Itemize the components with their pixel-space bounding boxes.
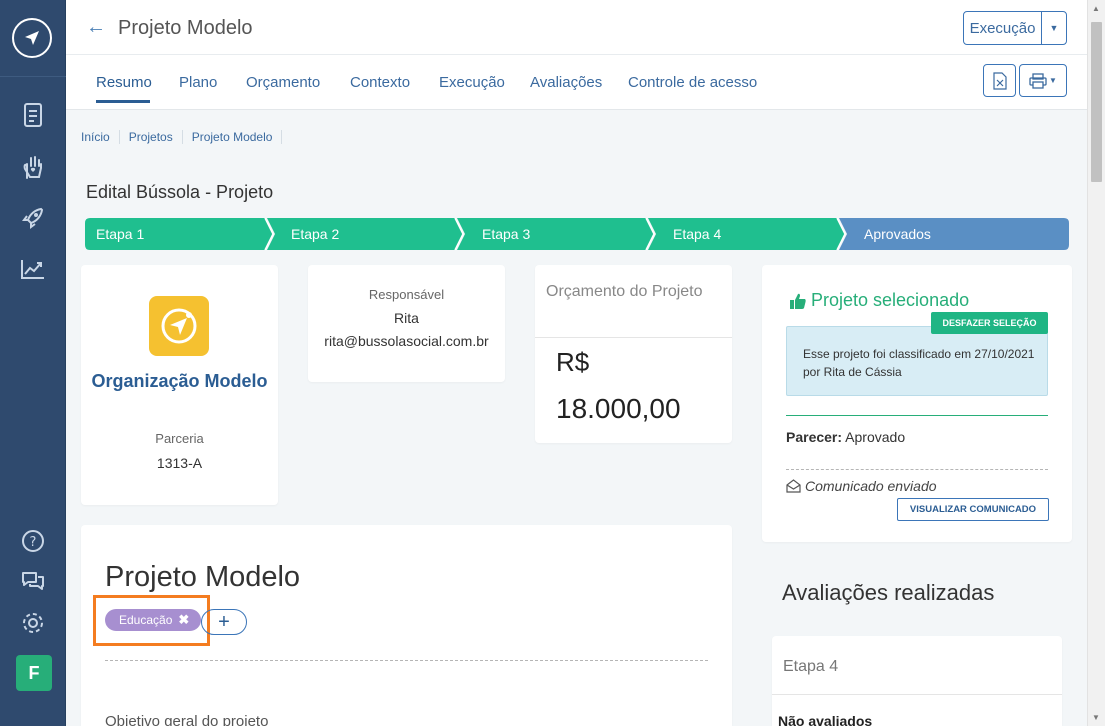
stage-etapa-2[interactable]: Etapa 2 xyxy=(280,218,339,250)
chat-icon[interactable] xyxy=(18,566,48,596)
scrollbar-thumb[interactable] xyxy=(1091,22,1102,182)
breadcrumb-projetos[interactable]: Projetos xyxy=(129,130,183,144)
budget-value: 18.000,00 xyxy=(556,393,681,424)
tab-resumo[interactable]: Resumo xyxy=(96,74,152,91)
organization-type: Parceria xyxy=(155,431,204,446)
breadcrumb: Início Projetos Projeto Modelo xyxy=(81,130,291,144)
parecer-label: Parecer: xyxy=(786,429,843,445)
tab-plano[interactable]: Plano xyxy=(179,74,217,91)
help-icon[interactable]: ? xyxy=(18,526,48,556)
budget-card: Orçamento do Projeto R$ 18.000,00 xyxy=(535,265,732,443)
responsible-email: rita@bussolasocial.com.br xyxy=(324,333,489,349)
page-title: Projeto Modelo xyxy=(118,17,253,39)
organization-card: Organização Modelo Parceria 1313-A xyxy=(81,265,278,505)
envelope-open-icon xyxy=(786,479,801,493)
chart-trend-icon[interactable] xyxy=(18,254,48,284)
responsible-name: Rita xyxy=(394,310,419,326)
app-logo-icon[interactable] xyxy=(12,18,52,58)
view-communication-button[interactable]: VISUALIZAR COMUNICADO xyxy=(897,498,1049,521)
remove-tag-icon[interactable]: ✖ xyxy=(178,612,189,628)
execucao-button-label[interactable]: Execução xyxy=(964,12,1042,44)
edital-title: Edital Bússola - Projeto xyxy=(86,182,274,202)
tab-avaliacoes[interactable]: Avaliações xyxy=(530,74,602,91)
stage-aprovados[interactable]: Aprovados xyxy=(853,218,931,250)
project-card: Projeto Modelo Educação ✖ + Objetivo ger… xyxy=(81,525,732,726)
add-tag-button[interactable]: + xyxy=(201,609,247,635)
responsible-card: Responsável Rita rita@bussolasocial.com.… xyxy=(308,265,505,382)
chevron-down-icon[interactable]: ▼ xyxy=(1042,12,1066,44)
active-tab-indicator xyxy=(96,100,150,103)
stage-etapa-3[interactable]: Etapa 3 xyxy=(471,218,530,250)
organization-code: 1313-A xyxy=(156,455,203,471)
evaluations-title: Avaliações realizadas xyxy=(782,580,995,605)
tab-contexto[interactable]: Contexto xyxy=(350,74,410,91)
selection-title: Projeto selecionado xyxy=(789,290,969,311)
undo-selection-button[interactable]: DESFAZER SELEÇÃO xyxy=(931,312,1048,334)
hand-heart-icon[interactable] xyxy=(18,152,48,182)
stage-etapa-4[interactable]: Etapa 4 xyxy=(662,218,721,250)
printer-icon xyxy=(1029,72,1047,89)
gear-icon[interactable] xyxy=(18,608,48,638)
sidebar: ? F xyxy=(0,0,66,726)
stage-etapa-1[interactable]: Etapa 1 xyxy=(85,218,144,250)
breadcrumb-projeto-modelo[interactable]: Projeto Modelo xyxy=(192,130,283,144)
communication-status: Comunicado enviado xyxy=(786,478,937,494)
scroll-down-icon[interactable]: ▼ xyxy=(1092,713,1100,722)
selection-message: Esse projeto foi classificado em 27/10/2… xyxy=(786,326,1048,396)
user-avatar[interactable]: F xyxy=(16,655,52,691)
document-icon[interactable] xyxy=(18,100,48,130)
excel-file-icon xyxy=(992,71,1007,90)
budget-currency: R$ xyxy=(556,347,590,377)
back-arrow-icon[interactable]: ← xyxy=(86,16,106,39)
project-title: Projeto Modelo xyxy=(105,561,301,593)
selection-title-text: Projeto selecionado xyxy=(811,290,970,310)
communication-text: Comunicado enviado xyxy=(805,478,937,494)
selection-card: Projeto selecionado DESFAZER SELEÇÃO Ess… xyxy=(762,265,1072,542)
tab-orcamento[interactable]: Orçamento xyxy=(246,74,320,91)
evaluation-stage-card: Etapa 4 Não avaliados xyxy=(772,636,1062,726)
scroll-up-icon[interactable]: ▲ xyxy=(1092,4,1100,13)
responsible-label: Responsável xyxy=(368,287,445,302)
vertical-scrollbar[interactable]: ▲ ▼ xyxy=(1087,0,1105,726)
stage-pipeline: Etapa 1 Etapa 2 Etapa 3 Etapa 4 Aprovado… xyxy=(85,218,1069,250)
breadcrumb-inicio[interactable]: Início xyxy=(81,130,120,144)
budget-label: Orçamento do Projeto xyxy=(546,283,703,300)
tag-label: Educação xyxy=(119,613,173,627)
parecer: Parecer: Aprovado xyxy=(786,429,905,445)
parecer-value: Aprovado xyxy=(845,429,906,445)
excel-export-button[interactable] xyxy=(983,64,1016,97)
objective-label: Objetivo geral do projeto xyxy=(105,713,269,726)
tag-educacao[interactable]: Educação ✖ xyxy=(105,609,202,631)
tab-execucao[interactable]: Execução xyxy=(439,74,505,91)
organization-name[interactable]: Organização Modelo xyxy=(81,371,278,391)
tab-controle-acesso[interactable]: Controle de acesso xyxy=(628,74,757,91)
not-evaluated-label: Não avaliados xyxy=(778,713,873,726)
rocket-icon[interactable] xyxy=(18,203,48,233)
chevron-down-icon: ▼ xyxy=(1049,76,1057,85)
thumbs-up-icon xyxy=(790,293,806,309)
evaluation-stage-label: Etapa 4 xyxy=(783,658,839,675)
print-dropdown-button[interactable]: ▼ xyxy=(1019,64,1067,97)
execucao-dropdown-button[interactable]: Execução ▼ xyxy=(963,11,1067,45)
organization-logo-icon xyxy=(149,296,209,356)
svg-text:?: ? xyxy=(30,535,37,550)
top-bar: ← Projeto Modelo Execução ▼ xyxy=(66,0,1087,55)
tabs-bar: Resumo Plano Orçamento Contexto Execução… xyxy=(66,55,1087,110)
